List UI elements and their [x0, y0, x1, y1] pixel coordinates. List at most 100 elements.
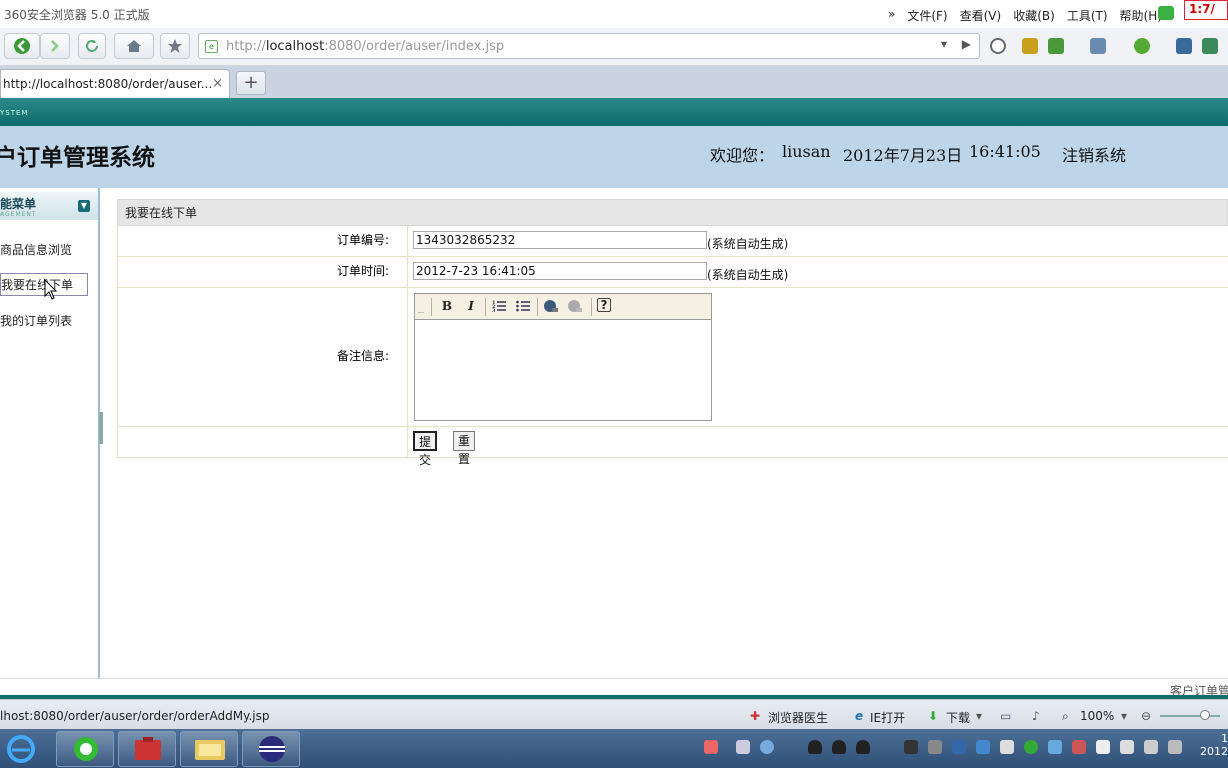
menu-chevron[interactable]: » [888, 7, 895, 24]
menu-tools[interactable]: 工具(T) [1067, 7, 1108, 24]
tray-network-icon[interactable] [760, 740, 774, 754]
qq-icon[interactable] [832, 740, 846, 754]
menu-help[interactable]: 帮助(H) [1120, 7, 1162, 24]
skin-icon[interactable] [1158, 6, 1174, 20]
menu-favorites[interactable]: 收藏(B) [1013, 7, 1055, 24]
frame-splitter-handle[interactable] [99, 412, 103, 444]
screenshot-icon[interactable] [1090, 38, 1106, 54]
zoom-slider-knob[interactable] [1200, 710, 1210, 720]
download-link[interactable]: 下载 [946, 709, 970, 726]
shield-icon[interactable] [990, 38, 1006, 54]
favorite-star-button[interactable] [160, 33, 190, 59]
order-time-input[interactable]: 2012-7-23 16:41:05 [413, 262, 707, 280]
form-title: 我要在线下单 [117, 199, 1228, 226]
order-time-label: 订单时间: [118, 257, 408, 287]
remark-textarea[interactable] [415, 320, 711, 420]
tray-notepad-icon[interactable] [1000, 740, 1014, 754]
ime-icon[interactable] [704, 740, 718, 754]
page-header: 户订单管理系统 欢迎您： liusan 2012年7月23日 16:41:05 … [0, 126, 1228, 188]
toolbar-separator [537, 298, 538, 316]
address-dropdown-icon[interactable]: ▾ [941, 37, 947, 51]
bullet-list-icon [516, 300, 530, 312]
zoom-slider-track[interactable] [1160, 715, 1220, 717]
green-globe-icon[interactable] [1134, 38, 1150, 54]
task-file-explorer[interactable] [180, 731, 238, 767]
forward-button[interactable] [40, 33, 70, 59]
help-button[interactable]: ? [597, 298, 611, 312]
logout-link[interactable]: 注销系统 [1062, 142, 1126, 166]
order-number-label: 订单编号: [118, 226, 408, 256]
toolbar-grip-icon: _ [418, 299, 424, 313]
toolbar-separator [431, 298, 432, 316]
tray-network-status-icon[interactable] [1144, 740, 1158, 754]
unordered-list-button[interactable] [515, 298, 531, 314]
order-number-input[interactable]: 1343032865232 [413, 231, 707, 249]
tray-update-icon[interactable] [1048, 740, 1062, 754]
translate-icon[interactable] [1048, 38, 1064, 54]
home-button[interactable] [114, 33, 154, 59]
ordered-list-icon: 123 [492, 300, 506, 314]
collapse-icon[interactable]: ▼ [78, 200, 90, 212]
tray-window-icon[interactable] [736, 740, 750, 754]
tray-app-icon[interactable] [904, 740, 918, 754]
go-arrow-icon[interactable]: ▶ [962, 37, 971, 51]
link-globe-icon [544, 300, 558, 312]
doctor-icon[interactable]: ✚ [750, 709, 760, 723]
submit-button[interactable]: 提交 [413, 431, 438, 467]
qq-icon[interactable] [856, 740, 870, 754]
order-form: 我要在线下单 订单编号: 1343032865232 (系统自动生成) 订单时间… [117, 199, 1228, 467]
remove-link-button[interactable] [567, 298, 583, 314]
menu-file[interactable]: 文件(F) [907, 7, 947, 24]
window-title: 360安全浏览器 5.0 正式版 [4, 8, 150, 22]
address-bar[interactable]: e http://localhost:8080/order/auser/inde… [198, 33, 980, 59]
package-icon[interactable] [1022, 38, 1038, 54]
sidebar-item-my-orders[interactable]: 我的订单列表 [0, 312, 72, 329]
refresh-button[interactable] [78, 33, 106, 59]
browser-doctor-link[interactable]: 浏览器医生 [768, 709, 828, 726]
ie-taskbar-icon[interactable] [4, 733, 38, 765]
speaker-icon[interactable]: ♪ [1032, 709, 1040, 723]
ie-open-link[interactable]: IE打开 [870, 709, 905, 726]
sidebar-title: 能菜单 [0, 197, 37, 211]
tray-flag-icon[interactable] [1096, 740, 1110, 754]
sidebar-item-browse-products[interactable]: 商品信息浏览 [0, 241, 72, 258]
bold-button[interactable]: B [439, 298, 455, 314]
browser-status-bar: lhost:8080/order/auser/order/orderAddMy.… [0, 699, 1228, 729]
new-tab-button[interactable]: + [236, 71, 266, 95]
eclipse-icon [259, 736, 285, 762]
reset-button[interactable]: 重置 [453, 431, 476, 466]
tray-device-icon[interactable] [1120, 740, 1134, 754]
taskbar-clock[interactable]: 1 2012 [1198, 732, 1228, 758]
tray-volume-icon[interactable] [1168, 740, 1182, 754]
qq-icon[interactable] [808, 740, 822, 754]
tray-app-icon[interactable] [928, 740, 942, 754]
tray-tool-icon[interactable] [1072, 740, 1086, 754]
mouse-cursor-icon [44, 279, 58, 300]
ordered-list-button[interactable]: 123 [491, 298, 507, 314]
zoom-out-icon[interactable]: ⊖ [1141, 709, 1151, 723]
page-icon: e [205, 40, 218, 53]
browser-360-icon [74, 737, 98, 761]
grid-icon[interactable] [1202, 38, 1218, 54]
tab-active[interactable]: http://localhost:8080/order/auser... × [0, 69, 230, 98]
zoom-level[interactable]: 100% [1080, 709, 1114, 723]
insert-link-button[interactable] [543, 298, 559, 314]
order-number-row: 订单编号: 1343032865232 (系统自动生成) [117, 226, 1228, 257]
task-eclipse[interactable] [242, 731, 300, 767]
tray-sync-icon[interactable] [1024, 740, 1038, 754]
zoom-dropdown-icon[interactable]: ▾ [1121, 709, 1127, 723]
task-toolbox[interactable] [118, 731, 176, 767]
back-button[interactable] [4, 33, 40, 59]
tray-shield-icon[interactable] [952, 740, 966, 754]
page-title: 户订单管理系统 [0, 144, 155, 171]
wrench-icon[interactable] [1176, 38, 1192, 54]
italic-button[interactable]: I [463, 298, 479, 314]
tab-close-icon[interactable]: × [212, 76, 223, 91]
task-360-browser[interactable] [56, 731, 114, 767]
tray-security-icon[interactable] [976, 740, 990, 754]
download-dropdown-icon[interactable]: ▾ [976, 709, 982, 723]
browser-menu-bar: » 文件(F) 查看(V) 收藏(B) 工具(T) 帮助(H) [888, 7, 1162, 24]
menu-view[interactable]: 查看(V) [960, 7, 1002, 24]
window-icon[interactable]: ▭ [1000, 709, 1011, 723]
order-number-hint: (系统自动生成) [707, 237, 789, 251]
